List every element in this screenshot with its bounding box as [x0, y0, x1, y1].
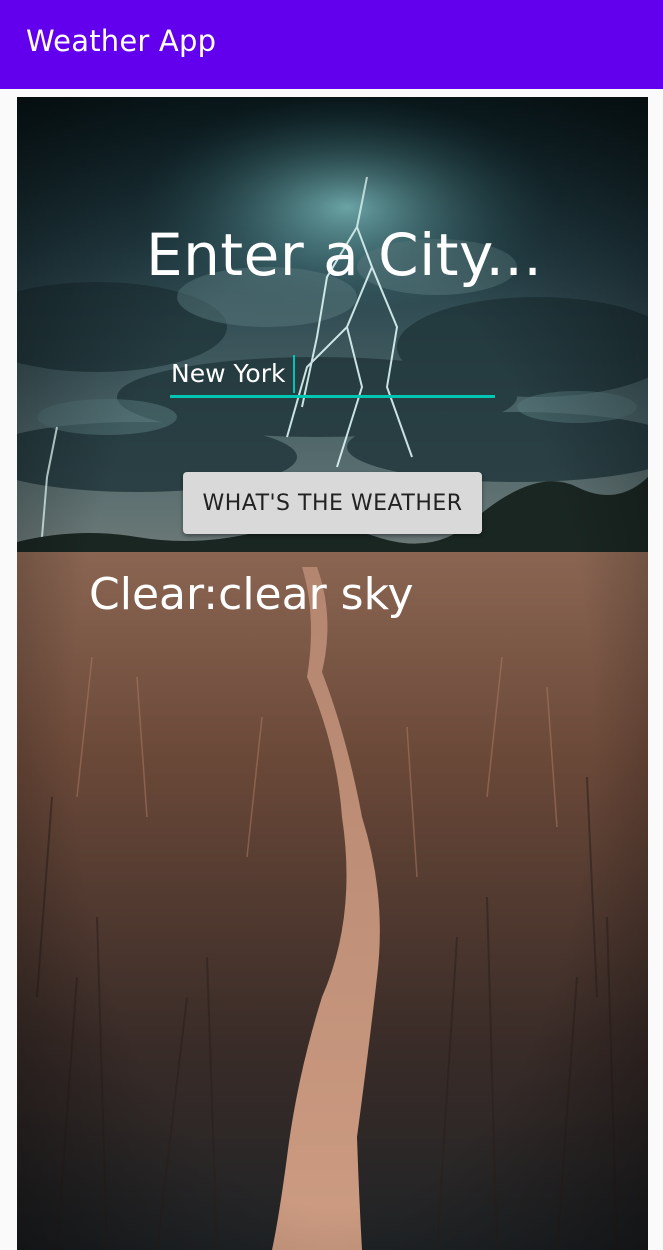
background-image: Enter a City... WHAT'S THE WEATHER Clear…	[17, 97, 648, 1250]
city-input[interactable]	[170, 352, 495, 398]
app-bar: Weather App	[0, 0, 663, 89]
app-title: Weather App	[26, 24, 217, 58]
text-cursor	[293, 355, 295, 393]
whats-the-weather-button[interactable]: WHAT'S THE WEATHER	[183, 472, 482, 534]
page-heading: Enter a City...	[146, 221, 543, 289]
weather-result-text: Clear:clear sky	[89, 569, 414, 620]
